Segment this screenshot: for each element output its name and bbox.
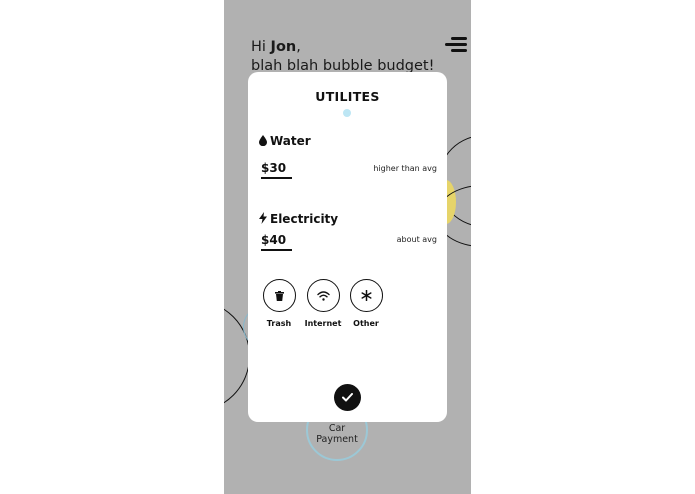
- option-button[interactable]: [349, 279, 383, 312]
- confirm-button[interactable]: [334, 384, 361, 411]
- wifi-icon: [316, 290, 330, 301]
- amount-input[interactable]: $40: [261, 233, 292, 251]
- user-name: Jon: [270, 39, 297, 55]
- lightning-bolt-icon: [259, 212, 267, 224]
- option-button[interactable]: [306, 279, 340, 312]
- utilities-modal: UTILITES Water $30 higher than avg Elect…: [248, 72, 447, 422]
- option-trash[interactable]: Trash: [254, 279, 304, 328]
- modal-title: UTILITES: [315, 89, 380, 104]
- car-payment-label: Payment: [316, 434, 358, 445]
- comparison-text: about avg: [396, 235, 437, 244]
- greeting-suffix: ,: [296, 39, 301, 55]
- category-electricity: Electricity: [259, 212, 338, 226]
- option-button[interactable]: [262, 279, 296, 312]
- car-payment-label: Car: [328, 423, 346, 434]
- option-label: Trash: [266, 319, 292, 328]
- category-label: Water: [270, 134, 311, 148]
- category-water: Water: [259, 134, 311, 148]
- asterisk-icon: [360, 290, 372, 301]
- amount-input[interactable]: $30: [261, 161, 292, 179]
- comparison-text: higher than avg: [373, 164, 437, 173]
- greeting: Hi Jon, blah blah bubble budget!: [251, 38, 434, 76]
- water-drop-icon: [259, 135, 267, 147]
- checkmark-icon: [342, 393, 353, 402]
- option-label: Other: [353, 319, 379, 328]
- greeting-line: Hi Jon,: [251, 38, 434, 57]
- app-screen: Hi Jon, blah blah bubble budget! Car Pay…: [224, 0, 471, 494]
- category-label: Electricity: [270, 212, 339, 226]
- page-indicator-dot: [343, 109, 351, 117]
- greeting-prefix: Hi: [251, 39, 271, 55]
- trash-icon: [274, 290, 284, 301]
- option-other[interactable]: Other: [341, 279, 391, 328]
- menu-icon[interactable]: [445, 37, 467, 53]
